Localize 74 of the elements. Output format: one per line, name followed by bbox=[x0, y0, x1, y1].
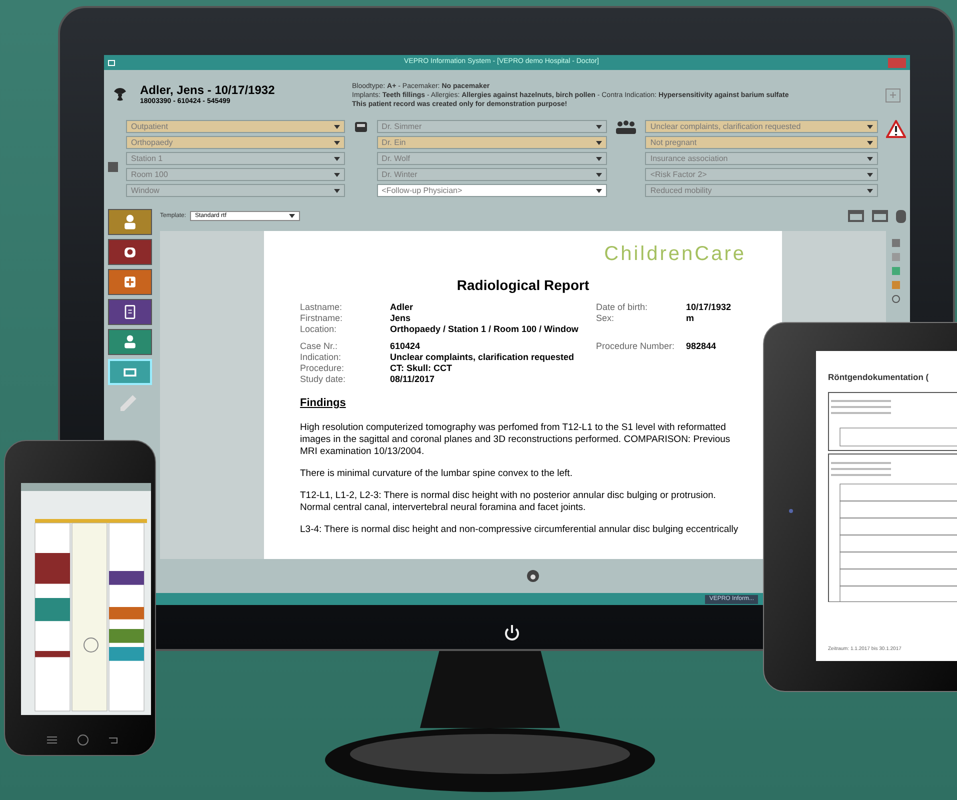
caret-icon bbox=[334, 124, 340, 128]
field-value: CT: Skull: CCT bbox=[390, 363, 452, 374]
findings-paragraph: L3-4: There is normal disc height and non-compressive circumferential annular disc bulging eccentrically bbox=[300, 524, 740, 536]
dropdown[interactable]: <Risk Factor 2> bbox=[645, 168, 878, 181]
caret-icon bbox=[867, 124, 874, 128]
logo-text: ChildrenCare bbox=[604, 242, 746, 267]
field-value: Jens bbox=[390, 313, 411, 324]
sidebar-button[interactable] bbox=[108, 329, 152, 355]
dropdown[interactable]: Not pregnant bbox=[645, 136, 878, 149]
findings-heading: Findings bbox=[300, 396, 347, 411]
findings-paragraph: High resolution computerized tomography was perfomed from T12-L1 to the S1 level with reformatted images in the sagittal and coronal planes and 3D reconstructions performed. COMPARISON: Previous MRI examination 10/13/2004. bbox=[300, 422, 732, 458]
dropdown[interactable]: Reduced mobility bbox=[645, 184, 878, 197]
field-label: Indication: bbox=[300, 352, 342, 363]
field-label: Date of birth: bbox=[596, 302, 649, 313]
caret-icon bbox=[596, 188, 602, 192]
patient-name: Adler, Jens - 10/17/1932 bbox=[140, 84, 276, 97]
sidebar-button[interactable] bbox=[108, 299, 152, 325]
caret-icon bbox=[596, 156, 602, 160]
sidebar-button[interactable] bbox=[108, 269, 152, 295]
field-value: Orthopaedy / Station 1 / Room 100 / Window bbox=[390, 324, 578, 335]
caret-icon bbox=[334, 140, 340, 144]
hospital-icon bbox=[884, 87, 902, 103]
people-icon bbox=[615, 120, 638, 134]
layout-icon[interactable] bbox=[848, 210, 864, 222]
dropdown[interactable]: Dr. Winter bbox=[376, 168, 608, 181]
tablet-document-title: Röntgendokumentation ( bbox=[828, 371, 930, 384]
field-value: 982844 bbox=[686, 341, 716, 352]
caret-icon bbox=[289, 214, 296, 218]
field-value: 10/17/1932 bbox=[686, 302, 732, 313]
field-label: Procedure Number: bbox=[596, 341, 676, 352]
caret-icon bbox=[596, 172, 602, 176]
dropdown[interactable]: Outpatient bbox=[126, 120, 345, 133]
sidebar-button[interactable] bbox=[108, 209, 152, 235]
dropdown[interactable]: Orthopaedy bbox=[126, 136, 345, 149]
caret-icon bbox=[334, 188, 340, 192]
field-value: Unclear complaints, clarification requested bbox=[390, 352, 574, 363]
app-icon bbox=[108, 60, 115, 66]
field-label: Procedure: bbox=[300, 363, 346, 374]
findings-paragraph: There is minimal curvature of the lumbar spine convex to the left. bbox=[300, 468, 574, 480]
power-icon bbox=[504, 624, 520, 642]
dropdown[interactable]: Dr. Ein bbox=[376, 136, 608, 149]
dropdown[interactable]: Dr. Wolf bbox=[376, 152, 608, 165]
field-value: 08/11/2017 bbox=[390, 374, 435, 385]
dropdown[interactable]: Insurance association bbox=[645, 152, 878, 165]
field-label: Study date: bbox=[300, 374, 347, 385]
caret-icon bbox=[334, 172, 340, 176]
dropdown[interactable]: Room 100 bbox=[126, 168, 345, 181]
warning-icon bbox=[886, 120, 906, 138]
dropdown[interactable]: Dr. Simmer bbox=[376, 120, 608, 133]
caret-icon bbox=[867, 156, 874, 160]
caret-icon bbox=[334, 156, 340, 160]
field-label: Sex: bbox=[596, 313, 616, 324]
caret-icon bbox=[596, 124, 602, 128]
layout-icon[interactable] bbox=[872, 210, 888, 222]
caret-icon bbox=[596, 140, 602, 144]
dropdown[interactable]: Station 1 bbox=[126, 152, 345, 165]
dropdown[interactable]: <Follow-up Physician> bbox=[376, 184, 608, 197]
field-value: 610424 bbox=[390, 341, 420, 352]
field-label: Firstname: bbox=[300, 313, 344, 324]
field-label: Location: bbox=[300, 324, 338, 335]
caret-icon bbox=[867, 188, 874, 192]
camera-icon bbox=[789, 509, 793, 513]
report-title: Radiological Report bbox=[456, 276, 590, 295]
caret-icon bbox=[867, 140, 874, 144]
field-label: Case Nr.: bbox=[300, 341, 339, 352]
dropdown[interactable]: Unclear complaints, clarification requested bbox=[645, 120, 878, 133]
field-label: Lastname: bbox=[300, 302, 344, 313]
caret-icon bbox=[867, 172, 874, 176]
field-value: Adler bbox=[390, 302, 414, 313]
findings-paragraph: T12-L1, L1-2, L2-3: There is normal disc height with no posterior annular disc bulging or protrusion. Normal central canal, intervertebral neural foramina and facet joints. bbox=[300, 490, 717, 514]
field-value: m bbox=[686, 313, 694, 324]
sidebar-button[interactable] bbox=[108, 239, 152, 265]
dropdown[interactable]: Window bbox=[126, 184, 345, 197]
radiation-icon bbox=[112, 87, 128, 103]
